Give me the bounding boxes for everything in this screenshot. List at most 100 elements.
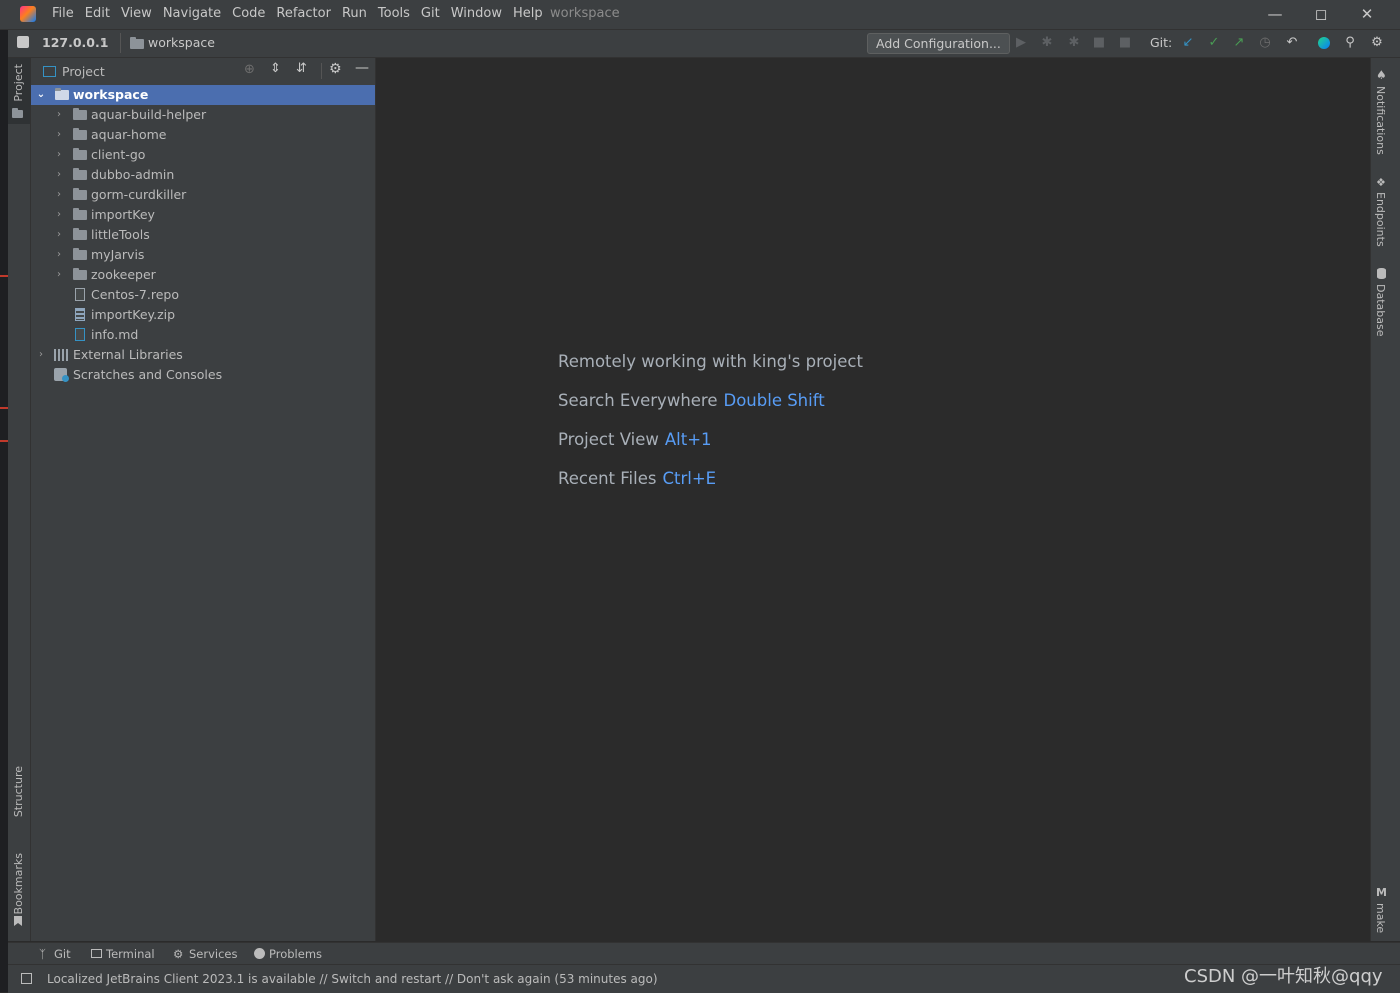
menu-view[interactable]: View	[121, 6, 152, 21]
chevron-right-icon[interactable]: ›	[54, 165, 64, 185]
git-branch-icon: ᛉ	[39, 947, 46, 961]
tree-item-label: dubbo-admin	[91, 167, 175, 182]
tree-item-folder[interactable]: › aquar-build-helper	[31, 105, 375, 125]
chevron-down-icon[interactable]: ⌄	[36, 85, 46, 105]
tree-item-folder[interactable]: › zookeeper	[31, 265, 375, 285]
tree-item-external-libraries[interactable]: › External Libraries	[31, 345, 375, 365]
toggle-tool-windows-icon[interactable]	[21, 973, 32, 984]
code-with-me-icon[interactable]	[1315, 34, 1333, 52]
search-icon[interactable]: ⚲	[1341, 34, 1359, 52]
chevron-right-icon[interactable]: ›	[54, 205, 64, 225]
chevron-right-icon[interactable]: ›	[54, 265, 64, 285]
minimize-button[interactable]: —	[1252, 0, 1298, 29]
markdown-file-icon	[75, 328, 85, 341]
menu-git[interactable]: Git	[421, 6, 440, 21]
rollback-icon[interactable]: ↶	[1283, 34, 1301, 52]
tree-item-file[interactable]: info.md	[31, 325, 375, 345]
profile-icon[interactable]: ■	[1090, 34, 1108, 52]
project-panel-title[interactable]: Project	[62, 64, 105, 79]
tree-item-scratches[interactable]: Scratches and Consoles	[31, 365, 375, 385]
endpoints-tool-tab[interactable]: Endpoints	[1374, 192, 1387, 247]
divider	[321, 63, 322, 79]
menu-refactor[interactable]: Refactor	[276, 6, 331, 21]
chevron-right-icon[interactable]: ›	[54, 125, 64, 145]
coverage-icon[interactable]: ✱	[1065, 34, 1083, 52]
services-tool-tab[interactable]: Services	[189, 947, 238, 961]
run-icon[interactable]: ▶	[1012, 34, 1030, 52]
chevron-right-icon[interactable]: ›	[54, 245, 64, 265]
title-bar: File Edit View Navigate Code Refactor Ru…	[0, 0, 1400, 30]
terminal-tool-tab[interactable]: Terminal	[106, 947, 155, 961]
tree-item-label: importKey.zip	[91, 307, 176, 322]
bookmark-icon	[14, 916, 22, 926]
tree-item-file[interactable]: Centos-7.repo	[31, 285, 375, 305]
maximize-button[interactable]: ◻	[1298, 0, 1344, 29]
git-push-icon[interactable]: ↗	[1230, 34, 1248, 52]
tree-item-file[interactable]: importKey.zip	[31, 305, 375, 325]
git-update-icon[interactable]: ↙	[1179, 34, 1197, 52]
folder-icon	[73, 148, 87, 160]
panel-settings-gear-icon[interactable]: ⚙	[329, 61, 342, 77]
tree-item-folder[interactable]: › client-go	[31, 145, 375, 165]
editor-area[interactable]: Remotely working with king's project Sea…	[376, 58, 1370, 941]
tree-item-folder[interactable]: › littleTools	[31, 225, 375, 245]
bell-icon: ♠	[1376, 68, 1387, 82]
locate-file-icon[interactable]: ⊕	[244, 62, 255, 77]
folder-icon	[73, 128, 87, 140]
tree-item-folder[interactable]: › dubbo-admin	[31, 165, 375, 185]
history-icon[interactable]: ◷	[1256, 34, 1274, 52]
menu-tools[interactable]: Tools	[378, 6, 410, 21]
app-logo-icon	[20, 6, 36, 22]
tree-item-label: myJarvis	[91, 247, 145, 262]
tree-root-workspace[interactable]: ⌄ workspace	[31, 85, 375, 105]
git-commit-icon[interactable]: ✓	[1205, 34, 1223, 52]
menu-window[interactable]: Window	[451, 6, 502, 21]
chevron-right-icon[interactable]: ›	[54, 145, 64, 165]
collapse-all-icon[interactable]: ⇵	[296, 61, 307, 76]
hide-panel-icon[interactable]: —	[355, 60, 369, 76]
remote-project-text: Remotely working with king's project	[558, 352, 863, 371]
tree-item-folder[interactable]: › aquar-home	[31, 125, 375, 145]
chevron-right-icon[interactable]: ›	[36, 345, 46, 365]
tree-item-folder[interactable]: › gorm-curdkiller	[31, 185, 375, 205]
menu-file[interactable]: File	[52, 6, 74, 21]
libraries-icon	[54, 349, 68, 361]
structure-tool-tab[interactable]: Structure	[12, 766, 25, 817]
make-tool-tab[interactable]: make	[1374, 903, 1387, 933]
bookmarks-tool-tab[interactable]: Bookmarks	[12, 853, 25, 914]
chevron-right-icon[interactable]: ›	[54, 185, 64, 205]
tree-item-label: Centos-7.repo	[91, 287, 179, 302]
notifications-tool-tab[interactable]: Notifications	[1374, 86, 1387, 155]
menu-edit[interactable]: Edit	[85, 6, 110, 21]
problems-tool-tab[interactable]: Problems	[269, 947, 322, 961]
project-view-icon	[43, 66, 56, 77]
settings-gear-icon[interactable]: ⚙	[1368, 34, 1386, 52]
tree-item-folder[interactable]: › myJarvis	[31, 245, 375, 265]
expand-all-icon[interactable]: ⇕	[270, 61, 281, 76]
breadcrumb[interactable]: workspace	[148, 35, 215, 50]
menu-run[interactable]: Run	[342, 6, 367, 21]
project-tool-tab[interactable]: Project	[8, 58, 30, 124]
endpoints-icon: ❖	[1376, 176, 1386, 189]
close-button[interactable]: ✕	[1344, 0, 1390, 29]
menu-code[interactable]: Code	[232, 6, 265, 21]
tree-item-label: info.md	[91, 327, 139, 342]
tree-item-label: littleTools	[91, 227, 150, 242]
tree-item-folder[interactable]: › importKey	[31, 205, 375, 225]
chevron-down-icon[interactable]: ⌄	[99, 34, 107, 45]
database-tool-tab[interactable]: Database	[1374, 284, 1387, 337]
terminal-icon	[91, 949, 102, 958]
chevron-right-icon[interactable]: ›	[54, 105, 64, 125]
hint-shortcut: Ctrl+E	[662, 469, 717, 488]
chevron-right-icon[interactable]: ›	[54, 225, 64, 245]
desktop-edge	[0, 0, 8, 992]
stop-icon[interactable]: ■	[1116, 34, 1134, 52]
add-configuration-button[interactable]: Add Configuration...	[867, 33, 1010, 54]
status-message[interactable]: Localized JetBrains Client 2023.1 is ava…	[47, 972, 658, 986]
menu-navigate[interactable]: Navigate	[163, 6, 221, 21]
debug-icon[interactable]: ✱	[1038, 34, 1056, 52]
git-tool-tab[interactable]: Git	[54, 947, 71, 961]
tree-item-label: workspace	[73, 87, 149, 102]
menu-help[interactable]: Help	[513, 6, 543, 21]
problems-icon	[254, 948, 265, 959]
